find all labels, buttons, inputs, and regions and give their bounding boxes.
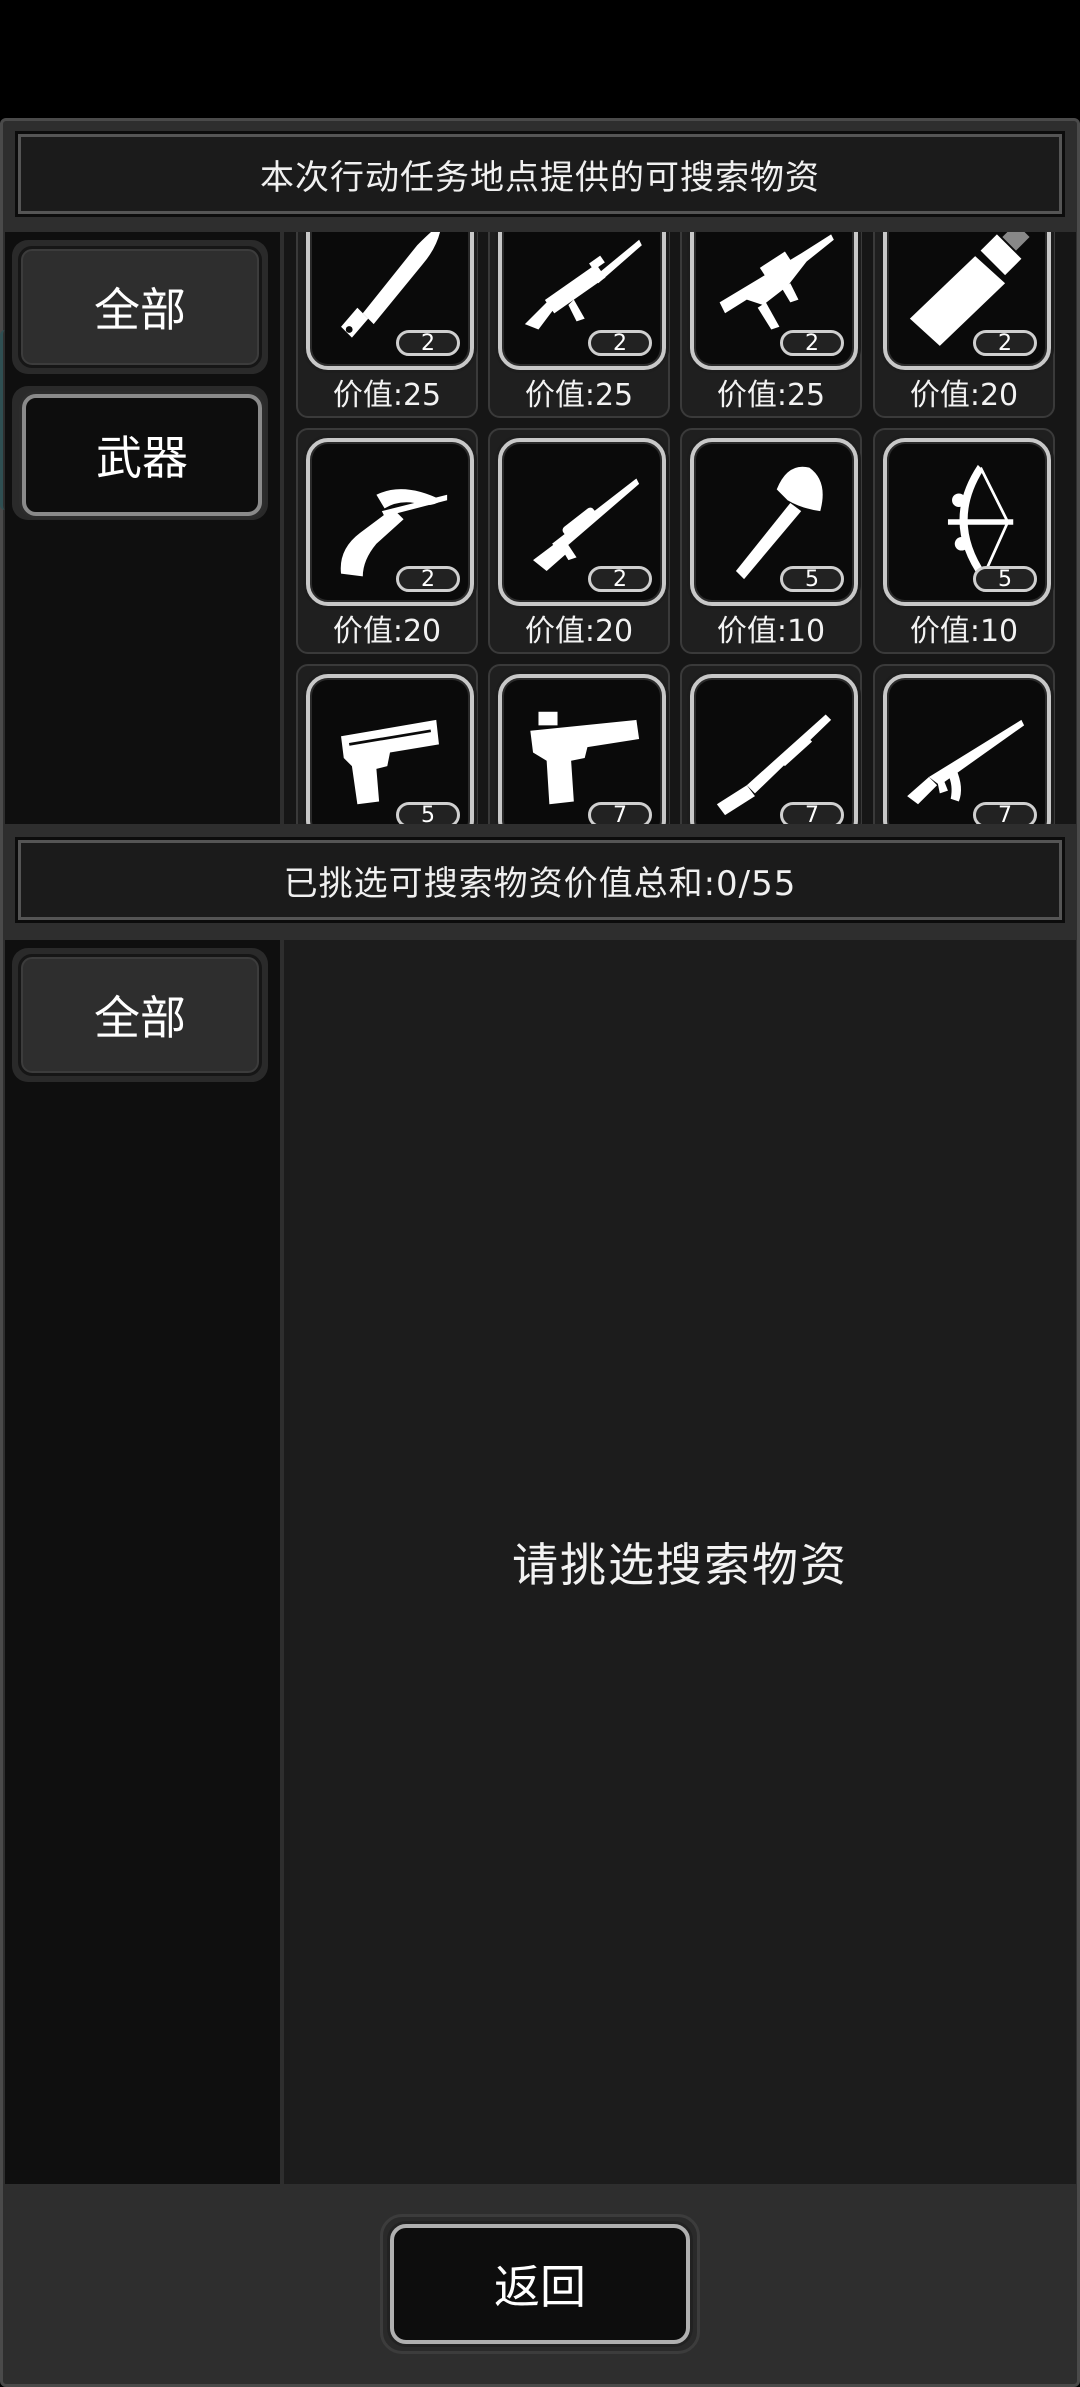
item-value: 价值:25 (716, 378, 826, 413)
item-grid[interactable]: 2 价值:25 2 价值:25 2 价值:25 2 价值:20 2 价值:20 2 价值:20 5 价值:… (284, 232, 1076, 824)
item-card[interactable]: 2 (690, 232, 858, 370)
item-card[interactable]: 7 (498, 674, 666, 824)
item-count-badge: 5 (396, 802, 460, 824)
empty-selection-message: 请挑选搜索物资 (512, 1538, 848, 1592)
item-cell[interactable]: 2 价值:25 (296, 232, 478, 418)
available-supplies-header: 本次行动任务地点提供的可搜索物资 (15, 131, 1065, 217)
item-count-badge: 2 (588, 330, 652, 356)
item-cell[interactable]: 7 (488, 664, 670, 824)
item-cell[interactable]: 2 价值:20 (488, 428, 670, 654)
item-count-badge: 7 (973, 802, 1037, 824)
item-card[interactable]: 2 (498, 438, 666, 606)
selected-items-panel: 请挑选搜索物资 (284, 940, 1076, 2184)
item-count-badge: 5 (780, 566, 844, 592)
item-cell[interactable]: 5 价值:10 (680, 428, 862, 654)
back-button[interactable]: 返回 (390, 2224, 690, 2344)
item-card[interactable]: 2 (498, 232, 666, 370)
item-card[interactable]: 2 (883, 232, 1051, 370)
selected-value-summary: 已挑选可搜索物资价值总和:0/55 (15, 837, 1065, 923)
item-value: 价值:20 (909, 378, 1019, 413)
back-button-label: 返回 (494, 2260, 586, 2314)
item-count-badge: 7 (780, 802, 844, 824)
tab-weapons[interactable]: 武器 (22, 394, 262, 516)
tab-all[interactable]: 全部 (18, 246, 262, 368)
item-card[interactable]: 7 (690, 674, 858, 824)
item-count-badge: 5 (973, 566, 1037, 592)
item-card[interactable]: 5 (306, 674, 474, 824)
item-cell[interactable]: 5 价值:10 (873, 428, 1055, 654)
item-count-badge: 7 (588, 802, 652, 824)
tab-all-label: 全部 (94, 283, 186, 337)
item-count-badge: 2 (588, 566, 652, 592)
item-card[interactable]: 2 (306, 232, 474, 370)
item-cell[interactable]: 7 (873, 664, 1055, 824)
item-value: 价值:25 (332, 378, 442, 413)
item-cell[interactable]: 5 (296, 664, 478, 824)
item-value: 价值:10 (716, 614, 826, 649)
item-cell[interactable]: 2 价值:20 (873, 232, 1055, 418)
item-value: 价值:10 (909, 614, 1019, 649)
tab-weapons-label: 武器 (96, 431, 188, 485)
item-count-badge: 2 (396, 330, 460, 356)
item-value: 价值:25 (524, 378, 634, 413)
item-card[interactable]: 5 (690, 438, 858, 606)
item-count-badge: 2 (396, 566, 460, 592)
item-count-badge: 2 (973, 330, 1037, 356)
summary-text: 已挑选可搜索物资价值总和:0/55 (283, 863, 797, 904)
header-title: 本次行动任务地点提供的可搜索物资 (260, 157, 820, 198)
item-cell[interactable]: 2 价值:25 (488, 232, 670, 418)
item-count-badge: 2 (780, 330, 844, 356)
item-card[interactable]: 2 (306, 438, 474, 606)
item-value: 价值:20 (524, 614, 634, 649)
item-cell[interactable]: 2 价值:25 (680, 232, 862, 418)
item-value: 价值:20 (332, 614, 442, 649)
selected-category-sidebar (5, 940, 280, 2184)
item-cell[interactable]: 2 价值:20 (296, 428, 478, 654)
selected-tab-all-label: 全部 (94, 991, 186, 1045)
item-card[interactable]: 7 (883, 674, 1051, 824)
selected-tab-all[interactable]: 全部 (18, 954, 262, 1076)
item-card[interactable]: 5 (883, 438, 1051, 606)
item-cell[interactable]: 7 (680, 664, 862, 824)
